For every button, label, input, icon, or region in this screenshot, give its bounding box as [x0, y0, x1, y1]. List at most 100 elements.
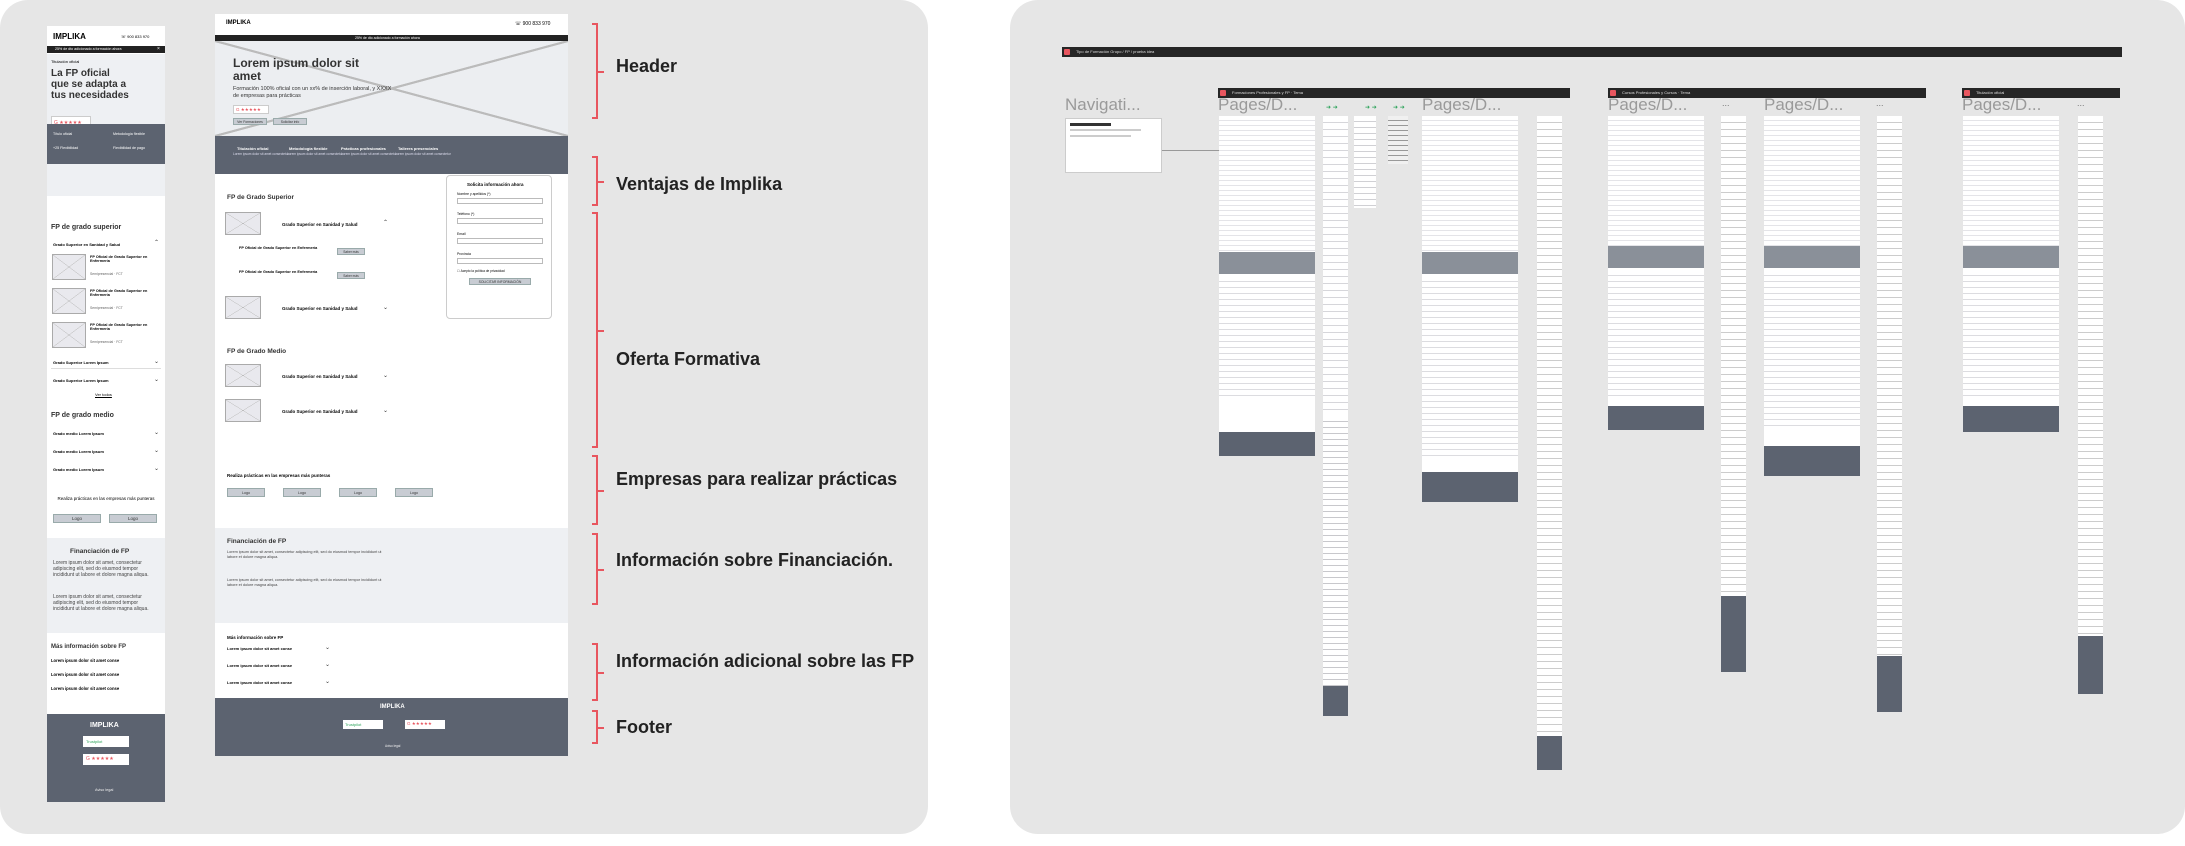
- mobile-accordion-gs[interactable]: Grado Superior en Sanidad y Salud: [53, 242, 120, 247]
- page-frame-desktop[interactable]: [1219, 116, 1315, 456]
- privacy-checkbox[interactable]: ☐ Acepto la política de privacidad: [457, 269, 505, 273]
- mobile-logo: IMPLIKA: [53, 32, 86, 41]
- more-icon[interactable]: ...: [1722, 98, 1730, 108]
- course-image: [52, 322, 86, 348]
- desktop-fin-p2: Lorem ipsum dolor sit amet, consectetur …: [227, 578, 382, 587]
- chevron-down-icon[interactable]: ⌄: [154, 465, 159, 472]
- chevron-down-icon[interactable]: ⌄: [383, 304, 388, 311]
- desktop-mas-title: Más información sobre FP: [227, 635, 284, 640]
- page-frame-mobile[interactable]: [2078, 116, 2103, 694]
- frame-title: Pages/D...: [1608, 95, 1688, 114]
- mobile-footer-legal[interactable]: Aviso legal: [95, 788, 113, 792]
- footer-bracket: [592, 710, 604, 744]
- ventaja-title: Metodología flexible: [289, 146, 328, 151]
- form-title: Solicita información ahora: [467, 182, 524, 187]
- chevron-down-icon[interactable]: ⌄: [383, 407, 388, 414]
- desktop-hero-title: Lorem ipsum dolor sit amet: [233, 56, 360, 83]
- desktop-promo-text: 25% de dto adicionado a formación ahora: [355, 36, 420, 40]
- mobile-promo-bar: 25% de dto adicionado a formación ahora …: [47, 46, 165, 53]
- connector-line: [1162, 150, 1220, 151]
- chevron-up-icon[interactable]: ⌃: [383, 219, 388, 226]
- mobile-gm-item[interactable]: Grado medio Lorem Ipsum: [53, 467, 104, 472]
- name-input[interactable]: [457, 198, 543, 204]
- chevron-up-icon[interactable]: ⌃: [154, 239, 159, 246]
- page-frame-mobile[interactable]: [1877, 116, 1902, 712]
- mobile-mas-item[interactable]: Lorem ipsum dolor sit amet conse: [51, 658, 119, 663]
- mobile-mas-title: Más información sobre FP: [51, 644, 127, 650]
- email-input[interactable]: [457, 238, 543, 244]
- mobile-footer: IMPLIKA Trustpilot G ★★★★★ Aviso legal: [47, 714, 165, 802]
- saber-mas-button[interactable]: Saber más: [337, 272, 365, 279]
- navigation-frame[interactable]: [1065, 118, 1162, 173]
- course-title[interactable]: FP Oficial de Grado Superior en Enfermer…: [239, 246, 319, 250]
- more-icon[interactable]: ...: [2077, 98, 2085, 108]
- gm-accordion[interactable]: Grado Superior en Sanidad y Salud: [282, 374, 358, 379]
- desktop-logo: IMPLIKA: [226, 20, 251, 26]
- desktop-phone[interactable]: ☏ 900 833 970: [515, 21, 550, 27]
- form-phone-label: Teléfono (*): [457, 212, 475, 216]
- gs-accordion[interactable]: Grado Superior en Sanidad y Salud: [282, 222, 358, 227]
- chevron-down-icon[interactable]: ⌄: [154, 358, 159, 365]
- empresas-bracket: [592, 455, 604, 525]
- page-frame-desktop[interactable]: [1422, 116, 1518, 502]
- page-frame-small[interactable]: [1388, 116, 1408, 164]
- mobile-phone[interactable]: ☏ 900 833 970: [121, 34, 149, 39]
- page-frame-mobile[interactable]: [1537, 116, 1562, 770]
- phone-input[interactable]: [457, 218, 543, 224]
- chevron-down-icon[interactable]: ⌄: [154, 376, 159, 383]
- chevron-down-icon[interactable]: ⌄: [383, 372, 388, 379]
- ver-formaciones-button[interactable]: Ver Formaciones: [233, 118, 267, 125]
- page-frame-desktop[interactable]: [1963, 116, 2059, 432]
- chevron-down-icon[interactable]: ⌄: [325, 644, 330, 651]
- desktop-hero-subtitle: Formación 100% oficial con un xx% de ins…: [233, 86, 392, 99]
- gm-accordion[interactable]: Grado Superior en Sanidad y Salud: [282, 409, 358, 414]
- desktop-mas-item[interactable]: Lorem ipsum dolor sit amet conse: [227, 680, 292, 685]
- page-frame-small[interactable]: [1354, 116, 1376, 208]
- chevron-down-icon[interactable]: ⌄: [154, 429, 159, 436]
- ver-todos-link[interactable]: Ver todos: [95, 392, 112, 397]
- gs-accordion[interactable]: Grado Superior en Sanidad y Salud: [282, 306, 358, 311]
- chevron-down-icon[interactable]: ⌄: [325, 678, 330, 685]
- mobile-accordion-gs3[interactable]: Grado Superior Lorem Ipsum: [53, 378, 109, 383]
- page-frame-desktop[interactable]: [1764, 116, 1860, 476]
- trustpilot-badge: Trustpilot: [83, 736, 129, 747]
- course-title[interactable]: FP Oficial de Grado Superior en Enfermer…: [90, 255, 160, 263]
- close-icon[interactable]: ×: [157, 46, 160, 52]
- desktop-mas-item[interactable]: Lorem ipsum dolor sit amet conse: [227, 646, 292, 651]
- mobile-gm-item[interactable]: Grado medio Lorem Ipsum: [53, 449, 104, 454]
- page-frame-desktop[interactable]: [1608, 116, 1704, 430]
- mobile-mas-item[interactable]: Lorem ipsum dolor sit amet conse: [51, 672, 119, 677]
- solicitar-info-button[interactable]: Solicitar info: [273, 118, 307, 125]
- course-title[interactable]: FP Oficial de Grado Superior en Enfermer…: [90, 289, 160, 297]
- mobile-mas-item[interactable]: Lorem ipsum dolor sit amet conse: [51, 686, 119, 691]
- desktop-footer-legal[interactable]: Aviso legal: [385, 744, 400, 748]
- gs-section-title: FP de Grado Superior: [227, 194, 295, 201]
- mobile-accordion-gs2[interactable]: Grado Superior Lorem Ipsum: [53, 360, 109, 365]
- desktop-phone-number: 900 833 970: [522, 21, 551, 27]
- label-footer: Footer: [616, 717, 672, 737]
- company-logo: Logo: [53, 514, 101, 523]
- frame-title: Pages/D...: [1962, 95, 2042, 114]
- course-title[interactable]: FP Oficial de Grado Superior en Enfermer…: [90, 323, 160, 331]
- canvas-top-bar[interactable]: Tipo de Formación Grupo / FP / prueba id…: [1062, 47, 2122, 57]
- submit-button[interactable]: SOLICITAR INFORMACIÓN: [469, 278, 531, 285]
- chevron-down-icon[interactable]: ⌄: [154, 447, 159, 454]
- mobile-gs-title: FP de grado superior: [51, 224, 122, 231]
- course-image: [225, 296, 261, 319]
- course-title[interactable]: FP Oficial de Grado Superior en Enfermer…: [239, 270, 319, 274]
- provincia-select[interactable]: [457, 258, 543, 264]
- label-ventajas: Ventajas de Implika: [616, 174, 783, 194]
- desktop-mas-item[interactable]: Lorem ipsum dolor sit amet conse: [227, 663, 292, 668]
- saber-mas-button[interactable]: Saber más: [337, 248, 365, 255]
- label-adicional: Información adicional sobre las FP: [616, 651, 915, 671]
- chevron-down-icon[interactable]: ⌄: [325, 661, 330, 668]
- company-logo: Logo: [109, 514, 157, 523]
- page-frame-mobile[interactable]: [1721, 116, 1746, 672]
- more-icon[interactable]: ...: [1876, 98, 1884, 108]
- feature-item: Flexibilidad de pago: [113, 146, 145, 150]
- page-frame-mobile[interactable]: [1323, 116, 1348, 716]
- frame-title: Pages/D...: [1764, 95, 1844, 114]
- mobile-fin-title: Financiación de FP: [70, 548, 130, 555]
- mobile-promo-text: 25% de dto adicionado a formación ahora: [55, 47, 122, 51]
- mobile-gm-item[interactable]: Grado medio Lorem Ipsum: [53, 431, 104, 436]
